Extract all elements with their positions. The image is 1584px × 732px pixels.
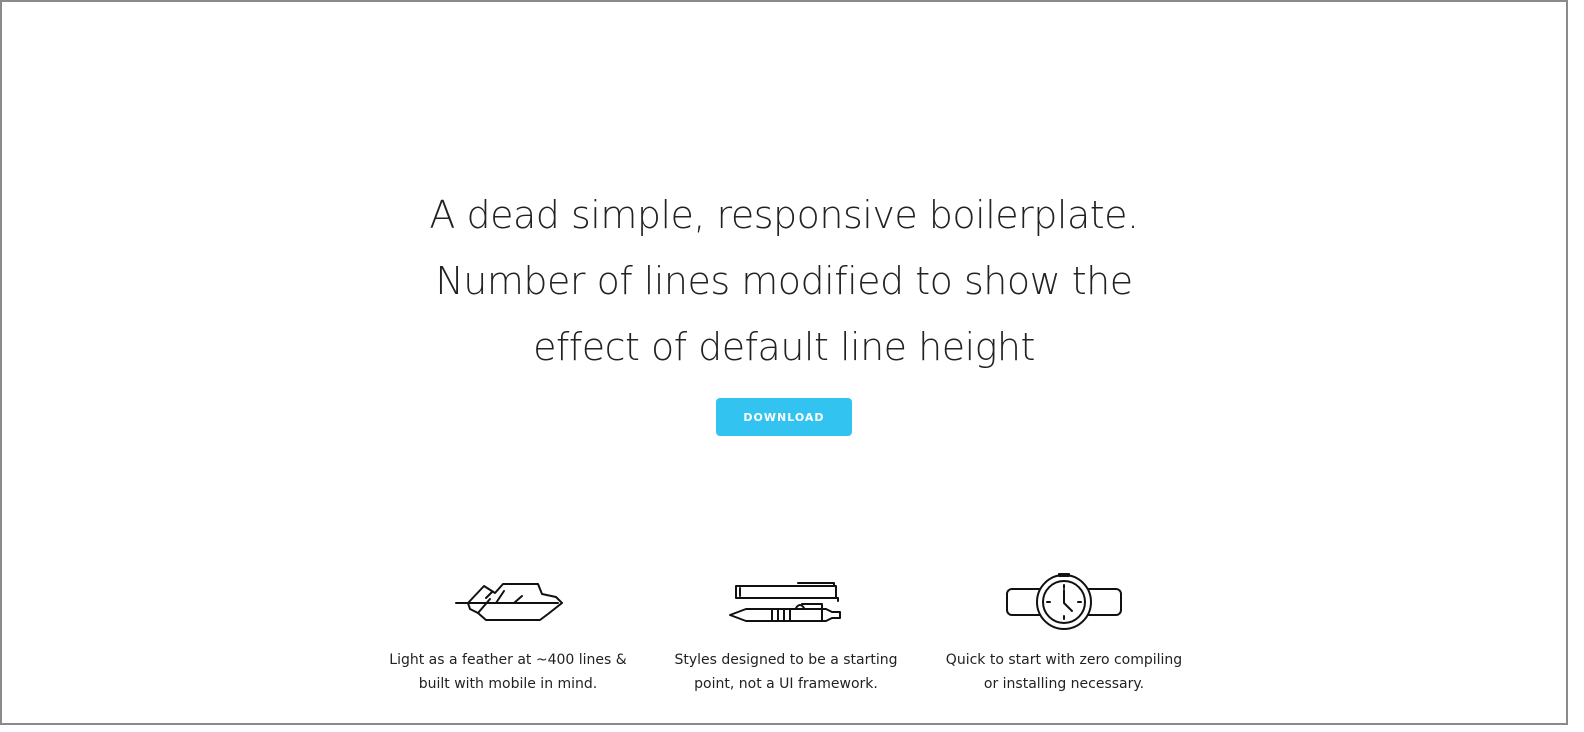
watch-icon: [1006, 573, 1122, 630]
feature-text-line: Light as a feather at ~400 lines &: [389, 652, 627, 668]
feature-text-line: or installing necessary.: [983, 676, 1145, 692]
feature-description: Light as a feather at ~400 lines & built…: [378, 648, 638, 696]
feather-icon: [455, 583, 563, 621]
hero-heading-line: A dead simple, responsive boilerplate.: [429, 193, 1139, 237]
feature-text-line: point, not a UI framework.: [694, 676, 878, 692]
hero-section: A dead simple, responsive boilerplate. N…: [2, 182, 1566, 436]
pens-icon: [729, 582, 841, 622]
feature-description: Quick to start with zero compiling or in…: [934, 648, 1194, 696]
browser-viewport: A dead simple, responsive boilerplate. N…: [0, 0, 1568, 725]
feature-lightweight: Light as a feather at ~400 lines & built…: [378, 572, 638, 696]
hero-heading: A dead simple, responsive boilerplate. N…: [404, 182, 1164, 380]
feature-text-line: Quick to start with zero compiling: [945, 652, 1183, 668]
feature-text-line: Styles designed to be a starting: [674, 652, 898, 668]
features-row: Light as a feather at ~400 lines & built…: [378, 572, 1194, 696]
download-button[interactable]: DOWNLOAD: [716, 398, 852, 436]
hero-heading-line: Number of lines modified to show the: [435, 259, 1133, 303]
feature-description: Styles designed to be a starting point, …: [656, 648, 916, 696]
feature-text-line: built with mobile in mind.: [418, 676, 598, 692]
feature-quick-start: Quick to start with zero compiling or in…: [934, 572, 1194, 696]
hero-heading-line: effect of default line height: [533, 325, 1035, 369]
feature-styles: Styles designed to be a starting point, …: [656, 572, 916, 696]
